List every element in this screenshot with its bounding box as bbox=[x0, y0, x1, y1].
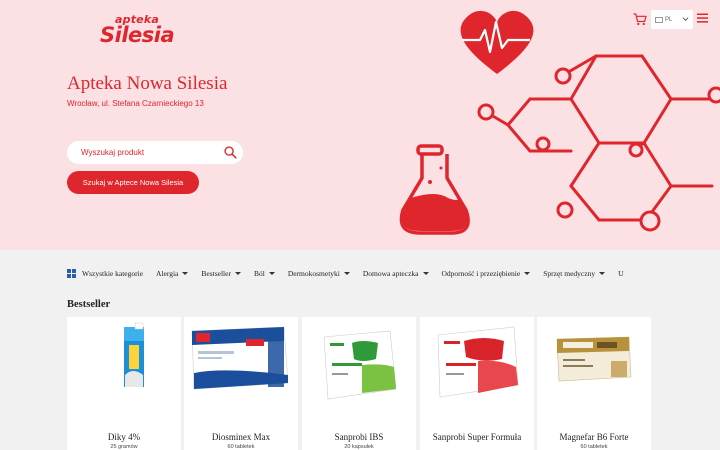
menu-icon[interactable] bbox=[697, 13, 708, 23]
flag-icon bbox=[655, 16, 663, 23]
product-name: Sanprobi Super Formuła bbox=[432, 432, 522, 442]
product-image bbox=[191, 326, 289, 390]
pharmacy-address: Wrocław, ul. Stefana Czarnieckiego 13 bbox=[67, 99, 204, 108]
nav-item-label: Sprzęt medyczny bbox=[543, 268, 596, 278]
product-card[interactable]: Diky 4% 25 gramów bbox=[67, 317, 181, 450]
nav-item-bol[interactable]: Ból bbox=[254, 269, 275, 278]
nav-item-label: Ból bbox=[253, 268, 265, 278]
nav-item-label: Alergia bbox=[156, 268, 179, 278]
product-image bbox=[556, 336, 632, 382]
section-title: Bestseller bbox=[67, 299, 111, 310]
nav-item-alergia[interactable]: Alergia bbox=[156, 268, 189, 278]
product-image bbox=[437, 326, 519, 398]
flask-icon bbox=[399, 144, 470, 235]
product-card[interactable]: Sanprobi Super Formuła bbox=[420, 317, 534, 450]
product-quantity: 60 tabletek bbox=[227, 444, 255, 450]
language-selector[interactable]: PL bbox=[651, 10, 693, 29]
product-image bbox=[124, 322, 144, 387]
nav-item-bestseller[interactable]: Bestseller bbox=[201, 269, 241, 278]
search-box bbox=[67, 141, 243, 164]
product-card[interactable]: Magnefar B6 Forte 60 tabletek bbox=[537, 317, 651, 450]
product-name: Sanprobi IBS bbox=[334, 432, 384, 442]
nav-item-odpornosc[interactable]: Odporność i przeziębienie bbox=[442, 269, 531, 278]
hero-banner: apteka Silesia Apteka Nowa Silesia Wrocł… bbox=[0, 0, 720, 250]
hero-illustration bbox=[399, 10, 720, 235]
product-quantity: 25 gramów bbox=[110, 444, 138, 450]
nav-item-label: Bestseller bbox=[201, 268, 231, 278]
category-nav: Wszystkie kategorie Alergia Bestseller B… bbox=[67, 266, 720, 280]
search-icon[interactable] bbox=[224, 146, 237, 159]
search-input[interactable] bbox=[81, 145, 221, 160]
heart-icon bbox=[460, 10, 534, 74]
logo[interactable]: apteka Silesia bbox=[100, 14, 175, 47]
grid-icon bbox=[67, 268, 76, 278]
chevron-down-icon bbox=[343, 271, 350, 275]
chevron-down-icon bbox=[422, 271, 429, 275]
nav-item-label: U bbox=[618, 268, 624, 278]
chevron-down-icon bbox=[182, 271, 189, 275]
product-list: Diky 4% 25 gramów Diosminex Max 60 table… bbox=[67, 317, 720, 450]
pharmacy-name: Apteka Nowa Silesia bbox=[67, 73, 228, 94]
product-name: Diosminex Max bbox=[211, 432, 271, 442]
nav-item-more[interactable]: U bbox=[618, 269, 623, 278]
nav-item-label: Dermokosmetyki bbox=[287, 268, 340, 278]
nav-all-categories[interactable]: Wszystkie kategorie bbox=[67, 268, 144, 278]
chevron-down-icon bbox=[524, 271, 531, 275]
nav-item-label: Odporność i przeziębienie bbox=[441, 268, 521, 278]
nav-item-label: Domowa apteczka bbox=[362, 268, 419, 278]
product-card[interactable]: Diosminex Max 60 tabletek bbox=[184, 317, 298, 450]
product-image bbox=[323, 330, 397, 400]
nav-item-dermokosmetyki[interactable]: Dermokosmetyki bbox=[288, 269, 350, 278]
chevron-down-icon bbox=[682, 17, 689, 21]
search-button[interactable]: Szukaj w Aptece Nowa Silesia bbox=[67, 171, 199, 194]
nav-item-sprzet-medyczny[interactable]: Sprzęt medyczny bbox=[543, 268, 606, 278]
cart-icon[interactable] bbox=[633, 13, 647, 26]
logo-line2: Silesia bbox=[100, 23, 175, 47]
product-card[interactable]: Sanprobi IBS 20 kapsułek bbox=[302, 317, 416, 450]
product-name: Diky 4% bbox=[107, 432, 141, 442]
nav-item-domowa-apteczka[interactable]: Domowa apteczka bbox=[363, 269, 429, 278]
chevron-down-icon bbox=[234, 271, 241, 275]
chevron-down-icon bbox=[268, 271, 275, 275]
product-name: Magnefar B6 Forte bbox=[559, 432, 629, 442]
language-label: PL bbox=[665, 16, 673, 23]
product-quantity: 60 tabletek bbox=[580, 444, 608, 450]
chevron-down-icon bbox=[599, 271, 606, 275]
nav-all-categories-label: Wszystkie kategorie bbox=[82, 268, 144, 278]
product-quantity: 20 kapsułek bbox=[344, 444, 374, 450]
